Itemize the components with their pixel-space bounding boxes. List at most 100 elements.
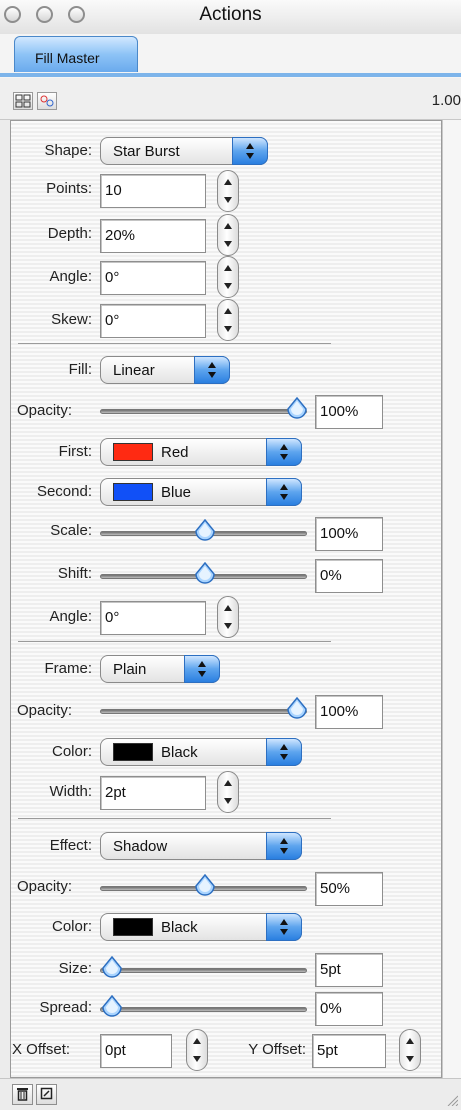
x-offset-stepper[interactable] bbox=[186, 1029, 208, 1071]
popup-arrows-icon bbox=[266, 913, 302, 941]
fill-angle-field[interactable]: 0° bbox=[100, 601, 206, 635]
depth-field[interactable]: 20% bbox=[100, 219, 206, 253]
frame-label: Frame: bbox=[44, 660, 92, 677]
title-bar: Actions bbox=[0, 0, 461, 35]
tab-fill-master[interactable]: Fill Master bbox=[14, 36, 138, 72]
scale-slider[interactable] bbox=[100, 519, 307, 541]
separator bbox=[18, 641, 331, 642]
tab-underline bbox=[0, 73, 461, 77]
shape-angle-stepper[interactable] bbox=[217, 256, 239, 298]
popup-arrows-icon bbox=[232, 137, 268, 165]
popup-arrows-icon bbox=[266, 832, 302, 860]
frame-opacity-label: Opacity: bbox=[17, 702, 73, 719]
spread-field[interactable]: 0% bbox=[315, 992, 383, 1026]
fill-angle-label: Angle: bbox=[49, 608, 92, 625]
shape-popup-value: Star Burst bbox=[113, 143, 180, 160]
frame-opacity-slider[interactable] bbox=[100, 697, 307, 719]
frame-popup[interactable]: Plain bbox=[100, 655, 220, 683]
first-color-popup[interactable]: Red bbox=[100, 438, 302, 466]
y-offset-field[interactable]: 5pt bbox=[312, 1034, 386, 1068]
effect-opacity-slider[interactable] bbox=[100, 874, 307, 896]
size-label: Size: bbox=[58, 960, 92, 977]
depth-stepper[interactable] bbox=[217, 214, 239, 256]
frame-color-popup[interactable]: Black bbox=[100, 738, 302, 766]
second-color-label: Second: bbox=[36, 483, 92, 500]
second-color-swatch bbox=[113, 483, 153, 501]
size-field[interactable]: 5pt bbox=[315, 953, 383, 987]
spread-slider[interactable] bbox=[100, 995, 307, 1017]
x-offset-field[interactable]: 0pt bbox=[100, 1034, 172, 1068]
grid-view-icon[interactable] bbox=[13, 92, 33, 110]
fill-opacity-label: Opacity: bbox=[17, 402, 73, 419]
fill-opacity-slider[interactable] bbox=[100, 397, 307, 419]
y-offset-stepper[interactable] bbox=[399, 1029, 421, 1071]
effect-opacity-label: Opacity: bbox=[17, 878, 73, 895]
shape-label: Shape: bbox=[44, 142, 92, 159]
shift-label: Shift: bbox=[57, 565, 92, 582]
spread-label: Spread: bbox=[39, 999, 92, 1016]
depth-label: Depth: bbox=[47, 225, 92, 242]
shape-popup[interactable]: Star Burst bbox=[100, 137, 268, 165]
resize-grip[interactable] bbox=[446, 1093, 459, 1107]
width-stepper[interactable] bbox=[217, 771, 239, 813]
fill-label: Fill: bbox=[68, 361, 92, 378]
size-thumb[interactable] bbox=[101, 956, 123, 980]
frame-opacity-thumb[interactable] bbox=[286, 697, 308, 721]
fill-popup[interactable]: Linear bbox=[100, 356, 230, 384]
shift-thumb[interactable] bbox=[194, 562, 216, 586]
popup-arrows-icon bbox=[194, 356, 230, 384]
effect-color-swatch bbox=[113, 918, 153, 936]
effect-color-label: Color: bbox=[51, 918, 92, 935]
shift-field[interactable]: 0% bbox=[315, 559, 383, 593]
frame-color-value: Black bbox=[161, 744, 198, 761]
new-item-icon[interactable] bbox=[36, 1084, 57, 1105]
shape-angle-field[interactable]: 0° bbox=[100, 261, 206, 295]
popup-arrows-icon bbox=[266, 478, 302, 506]
first-color-value: Red bbox=[161, 444, 189, 461]
points-label: Points: bbox=[46, 180, 92, 197]
spread-thumb[interactable] bbox=[101, 995, 123, 1019]
size-slider[interactable] bbox=[100, 956, 307, 978]
popup-arrows-icon bbox=[266, 738, 302, 766]
skew-field[interactable]: 0° bbox=[100, 304, 206, 338]
frame-color-label: Color: bbox=[51, 743, 92, 760]
trash-icon[interactable] bbox=[12, 1084, 33, 1105]
first-color-swatch bbox=[113, 443, 153, 461]
fill-opacity-field[interactable]: 100% bbox=[315, 395, 383, 429]
effect-opacity-thumb[interactable] bbox=[194, 874, 216, 898]
bottom-bar bbox=[0, 1078, 461, 1110]
skew-stepper[interactable] bbox=[217, 299, 239, 341]
x-offset-label: X Offset: bbox=[12, 1041, 71, 1058]
frame-color-swatch bbox=[113, 743, 153, 761]
second-color-popup[interactable]: Blue bbox=[100, 478, 302, 506]
effect-popup-value: Shadow bbox=[113, 838, 168, 855]
effect-label: Effect: bbox=[49, 837, 92, 854]
scale-label: Scale: bbox=[50, 522, 92, 539]
skew-label: Skew: bbox=[51, 311, 92, 328]
frame-opacity-field[interactable]: 100% bbox=[315, 695, 383, 729]
scale-field[interactable]: 100% bbox=[315, 517, 383, 551]
first-color-label: First: bbox=[58, 443, 92, 460]
width-field[interactable]: 2pt bbox=[100, 776, 206, 810]
popup-arrows-icon bbox=[266, 438, 302, 466]
zoom-level: 1.00 bbox=[431, 92, 461, 109]
effect-opacity-field[interactable]: 50% bbox=[315, 872, 383, 906]
effect-color-value: Black bbox=[161, 919, 198, 936]
window-title: Actions bbox=[199, 4, 262, 25]
separator bbox=[18, 818, 331, 819]
frame-popup-value: Plain bbox=[113, 661, 147, 678]
vertical-scrollbar[interactable] bbox=[442, 120, 461, 1078]
shift-slider[interactable] bbox=[100, 562, 307, 584]
color-swap-icon[interactable] bbox=[37, 92, 57, 110]
width-label: Width: bbox=[49, 783, 92, 800]
popup-arrows-icon bbox=[184, 655, 220, 683]
effect-color-popup[interactable]: Black bbox=[100, 913, 302, 941]
scale-thumb[interactable] bbox=[194, 519, 216, 543]
fill-opacity-thumb[interactable] bbox=[286, 397, 308, 421]
shape-angle-label: Angle: bbox=[49, 268, 92, 285]
fill-angle-stepper[interactable] bbox=[217, 596, 239, 638]
points-field[interactable]: 10 bbox=[100, 174, 206, 208]
effect-popup[interactable]: Shadow bbox=[100, 832, 302, 860]
points-stepper[interactable] bbox=[217, 170, 239, 212]
second-color-value: Blue bbox=[161, 484, 192, 501]
